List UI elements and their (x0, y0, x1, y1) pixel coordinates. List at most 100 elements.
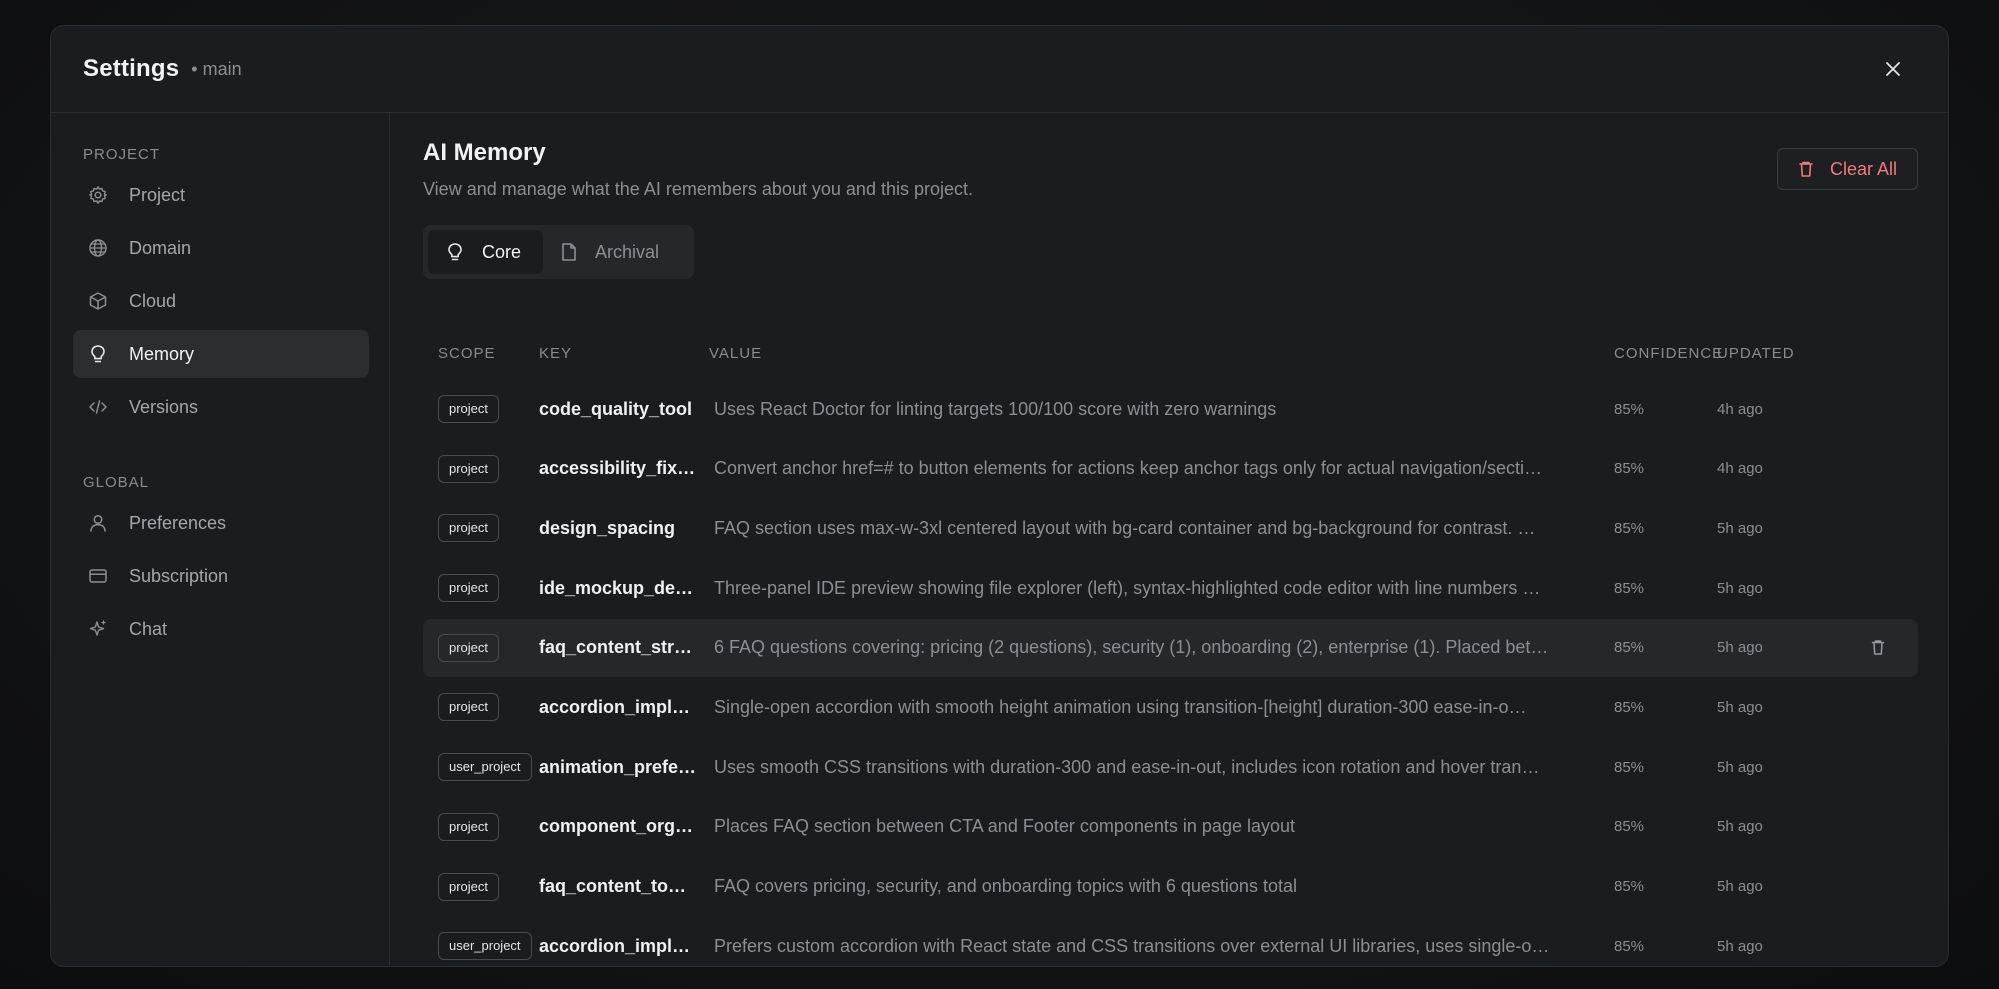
confidence-cell: 85% (1614, 639, 1645, 657)
sidebar-item-label: Chat (129, 618, 168, 639)
key-cell: design_spacing (539, 517, 676, 538)
key-cell: faq_content_to… (539, 876, 687, 896)
table-row[interactable]: project accessibility_fix… Convert anchor … (423, 440, 1918, 498)
sidebar-item-chat[interactable]: Chat (73, 605, 369, 653)
value-cell: Uses smooth CSS transitions with duratio… (714, 756, 1540, 777)
key-cell: code_quality_tool (539, 398, 693, 419)
table-row[interactable]: project ide_mockup_de… Three-panel IDE pre… (423, 559, 1918, 617)
page-description: View and manage what the AI remembers ab… (423, 179, 973, 199)
scope-cell: project (423, 574, 539, 603)
close-icon (1886, 62, 1900, 76)
scope-cell: project (423, 395, 539, 423)
updated-cell: 5h ago (1717, 937, 1763, 955)
tab-core-label: Core (482, 241, 522, 262)
table-row[interactable]: project faq_content_str… 6 FAQ questions c… (423, 618, 1918, 677)
sidebar-item-label: Versions (129, 396, 199, 417)
code-icon (87, 396, 109, 418)
scope-cell: project (423, 633, 539, 662)
credit-card-icon (87, 565, 109, 587)
page-title: AI Memory (423, 139, 546, 166)
modal-title: Settings (83, 55, 180, 82)
settings-modal: Settings • main PROJECT Project Domain Clo… (50, 25, 1949, 967)
updated-cell: 5h ago (1717, 519, 1763, 537)
memory-tabs: Core Archival (423, 225, 694, 279)
table-row[interactable]: project accordion_impl… Single-open accord… (423, 678, 1918, 736)
trash-icon (1871, 640, 1884, 655)
tab-archival-label: Archival (595, 241, 660, 262)
sidebar-item-memory[interactable]: Memory (73, 330, 369, 378)
key-cell: animation_prefe… (539, 756, 697, 777)
column-header-value[interactable]: VALUE (709, 345, 1614, 362)
section-label-global: GLOBAL (83, 474, 150, 491)
close-button[interactable] (1878, 54, 1908, 84)
branch-label: • main (191, 58, 242, 79)
sidebar-item-cloud[interactable]: Cloud (73, 277, 369, 325)
lightbulb-icon (87, 343, 109, 365)
column-header-updated[interactable]: UPDATED (1717, 345, 1837, 362)
tab-archival[interactable]: Archival (543, 230, 677, 274)
scope-badge: project (438, 574, 500, 603)
global-nav: Preferences Subscription Chat (73, 499, 369, 653)
delete-memory-button[interactable] (1871, 639, 1885, 656)
confidence-cell: 85% (1614, 937, 1645, 955)
gear-icon (87, 184, 109, 206)
section-label-project: PROJECT (83, 146, 161, 163)
sidebar-item-label: Project (129, 184, 186, 205)
lightbulb-icon (448, 243, 462, 261)
sparkle-icon (87, 618, 109, 640)
table-row[interactable]: project design_spacing FAQ section uses ma… (423, 499, 1918, 557)
scope-badge: project (438, 395, 500, 423)
project-nav: Project Domain Cloud Memory Versions (73, 171, 369, 431)
table-header: SCOPE KEY VALUE CONFIDENCE UPDATED (423, 337, 1918, 369)
sidebar-item-project[interactable]: Project (73, 171, 369, 219)
value-cell: Three-panel IDE preview showing file exp… (714, 577, 1541, 598)
confidence-cell: 85% (1614, 400, 1645, 418)
scope-badge: user_project (438, 932, 532, 961)
table-row[interactable]: project component_org… Places FAQ section … (423, 798, 1918, 856)
globe-icon (87, 237, 109, 259)
confidence-cell: 85% (1614, 519, 1645, 537)
updated-cell: 5h ago (1717, 698, 1763, 716)
sidebar-item-label: Memory (129, 343, 195, 364)
settings-sidebar: PROJECT Project Domain Cloud Memory Versions… (51, 113, 390, 966)
value-cell: Places FAQ section between CTA and Foote… (714, 816, 1296, 837)
value-cell: Single-open accordion with smooth height… (714, 696, 1527, 717)
confidence-cell: 85% (1614, 460, 1645, 478)
value-cell: 6 FAQ questions covering: pricing (2 que… (714, 637, 1549, 658)
updated-cell: 5h ago (1717, 579, 1763, 597)
scope-badge: project (438, 693, 500, 722)
scope-cell: project (423, 872, 539, 901)
table-row[interactable]: project faq_content_to… FAQ covers pricing… (423, 858, 1918, 916)
value-cell: FAQ covers pricing, security, and onboar… (714, 876, 1297, 896)
table-row[interactable]: project code_quality_tool Uses React Docto… (423, 380, 1918, 438)
key-cell: accessibility_fix… (539, 458, 696, 479)
scope-cell: project (423, 693, 539, 722)
tab-core[interactable]: Core (428, 230, 543, 274)
sidebar-item-subscription[interactable]: Subscription (73, 552, 369, 600)
value-cell: Uses React Doctor for linting targets 10… (714, 398, 1277, 419)
table-row[interactable]: user_project animation_prefe… Uses smooth … (423, 738, 1918, 796)
confidence-cell: 85% (1614, 698, 1645, 716)
table-row[interactable]: user_project accordion_impl… Prefers custo… (423, 917, 1918, 966)
table-body: project code_quality_tool Uses React Docto… (423, 380, 1918, 966)
memory-table: SCOPE KEY VALUE CONFIDENCE UPDATED proje… (423, 337, 1918, 966)
key-cell: faq_content_str… (539, 637, 693, 658)
column-header-scope[interactable]: SCOPE (423, 345, 539, 362)
clear-all-button[interactable]: Clear All (1777, 148, 1918, 190)
sidebar-item-label: Domain (129, 237, 192, 258)
value-cell: FAQ section uses max-w-3xl centered layo… (714, 517, 1536, 538)
confidence-cell: 85% (1614, 579, 1645, 597)
trash-icon (1799, 161, 1813, 177)
updated-cell: 5h ago (1717, 878, 1763, 895)
sidebar-item-domain[interactable]: Domain (73, 224, 369, 272)
sidebar-item-versions[interactable]: Versions (73, 383, 369, 431)
confidence-cell: 85% (1614, 818, 1645, 836)
updated-cell: 5h ago (1717, 758, 1763, 776)
scope-cell: user_project (423, 753, 539, 782)
column-header-key[interactable]: KEY (539, 345, 709, 362)
column-header-confidence[interactable]: CONFIDENCE (1614, 345, 1722, 362)
key-cell: accordion_impl… (539, 696, 691, 717)
sidebar-item-preferences[interactable]: Preferences (73, 499, 369, 547)
confidence-cell: 85% (1614, 878, 1645, 895)
scope-badge: project (438, 514, 500, 543)
